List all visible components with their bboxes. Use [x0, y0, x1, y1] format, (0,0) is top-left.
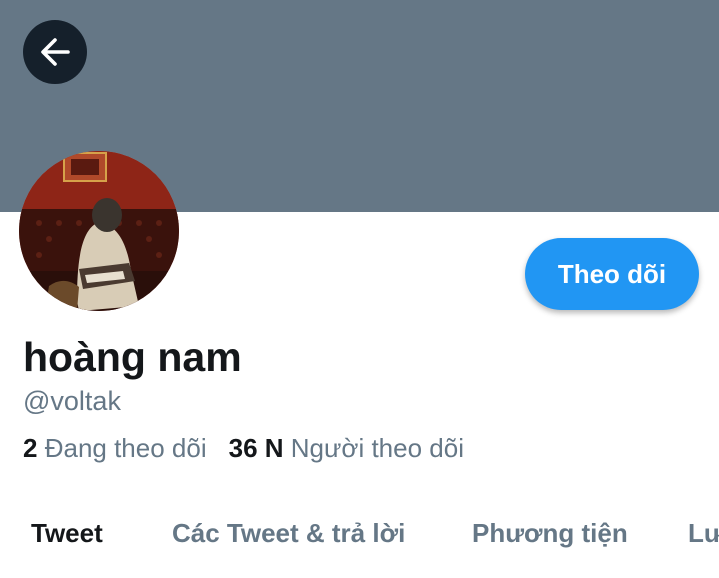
profile-page: Theo dõi hoàng nam @voltak 2 Đang theo d… — [0, 0, 719, 578]
follow-stats: 2 Đang theo dõi 36 N Người theo dõi — [23, 431, 464, 465]
followers-count: 36 N — [228, 433, 284, 463]
follow-button[interactable]: Theo dõi — [525, 238, 699, 310]
following-count: 2 — [23, 433, 38, 463]
avatar[interactable] — [19, 151, 179, 311]
following-label: Đang theo dõi — [44, 433, 207, 463]
tab-tweets[interactable]: Tweet — [31, 516, 103, 550]
tab-tweets-and-replies[interactable]: Các Tweet & trả lời — [172, 516, 405, 550]
avatar-photo — [19, 151, 179, 311]
display-name: hoàng nam — [23, 334, 242, 380]
back-button[interactable] — [23, 20, 87, 84]
following-stat[interactable]: 2 Đang theo dõi — [23, 431, 207, 465]
username-handle: @voltak — [23, 386, 121, 416]
profile-tabs: Tweet Các Tweet & trả lời Phương tiện Lư — [0, 500, 719, 578]
tab-likes[interactable]: Lư — [688, 516, 719, 550]
followers-stat[interactable]: 36 N Người theo dõi — [229, 431, 464, 465]
followers-label: Người theo dõi — [290, 433, 464, 463]
tab-media[interactable]: Phương tiện — [472, 516, 628, 550]
arrow-left-icon — [41, 38, 70, 66]
